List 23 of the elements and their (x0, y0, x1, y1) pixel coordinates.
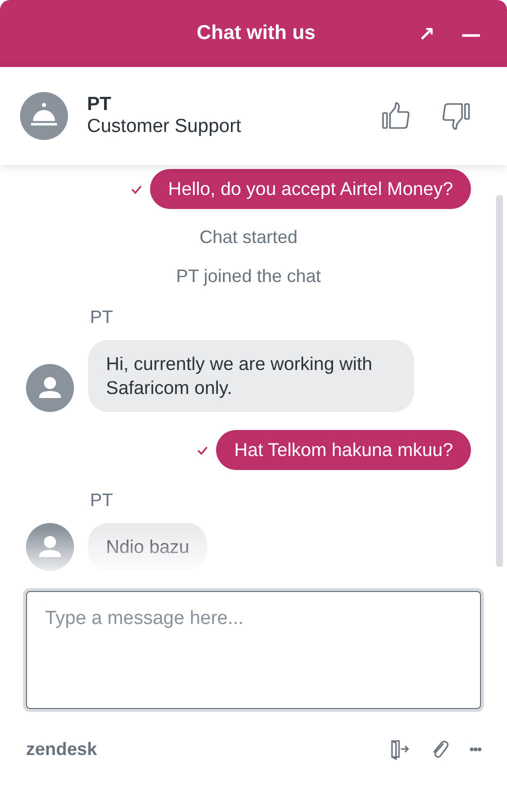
avatar-icon (26, 523, 74, 571)
received-message: Hi, currently we are working with Safaricom only. (88, 340, 414, 412)
avatar-icon (26, 364, 74, 412)
window-title: Chat with us (196, 22, 317, 45)
sender-name: PT (90, 307, 114, 328)
system-message: PT joined the chat (176, 266, 321, 287)
agent-name: PT (87, 94, 112, 116)
system-message: Chat started (199, 227, 298, 248)
thumbs-up-icon[interactable] (381, 101, 411, 131)
brand-logo[interactable]: zendesk (26, 738, 372, 760)
pop-out-button[interactable]: ↗ (418, 22, 435, 46)
service-bell-icon (20, 92, 68, 140)
minimize-button[interactable]: — (461, 22, 481, 46)
exit-icon[interactable] (389, 738, 412, 760)
sent-message: Hat Telkom hakuna mkuu? (216, 430, 471, 470)
message-input[interactable]: Type a message here... (26, 591, 481, 709)
sender-name: PT (90, 490, 114, 511)
thumbs-down-icon[interactable] (441, 101, 471, 131)
more-options-button[interactable]: ••• (469, 741, 481, 757)
scrollbar[interactable] (496, 195, 503, 567)
received-message: Ndio bazu (88, 523, 208, 571)
sent-message: Hello, do you accept Airtel Money? (150, 169, 471, 209)
agent-role: Customer Support (87, 116, 242, 138)
